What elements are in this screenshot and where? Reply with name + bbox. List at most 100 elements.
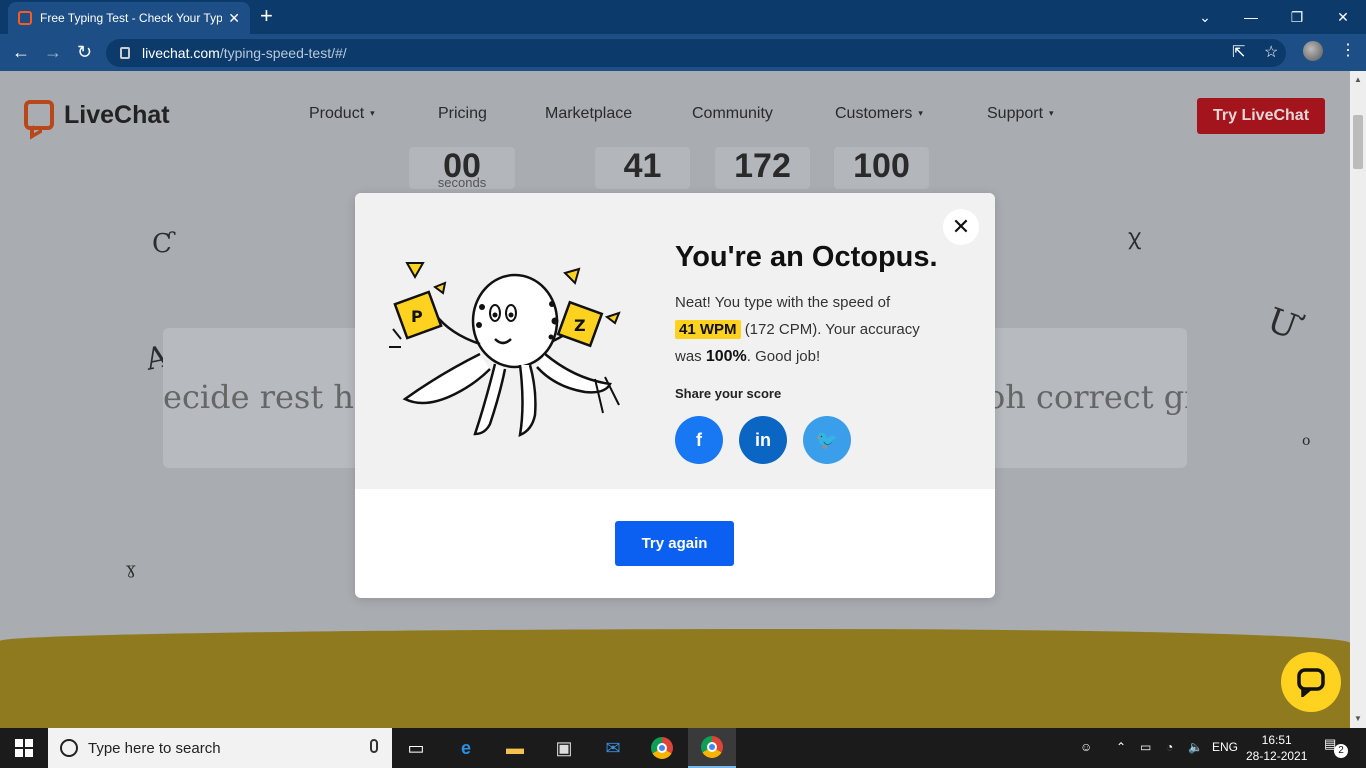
close-icon: ✕ — [951, 214, 971, 239]
start-button[interactable] — [0, 728, 48, 768]
try-again-button[interactable]: Try again — [615, 521, 734, 566]
action-center-button[interactable]: ▤ 2 — [1324, 736, 1348, 758]
livechat-favicon-icon — [18, 11, 32, 25]
edge-browser-icon[interactable]: e — [442, 728, 490, 768]
tile-p: P — [411, 307, 423, 326]
profile-avatar[interactable] — [1303, 41, 1323, 61]
cpm-value: 172 — [734, 147, 791, 185]
twitter-share-button[interactable]: 🐦 — [803, 416, 851, 464]
mail-icon[interactable]: ✉ — [589, 728, 637, 768]
nav-community[interactable]: Community — [692, 105, 773, 123]
chat-bubble-icon — [1297, 668, 1325, 697]
minimize-button[interactable]: — — [1228, 0, 1274, 34]
logo-text: LiveChat — [64, 100, 170, 129]
forward-arrow-icon[interactable]: → — [44, 42, 62, 62]
close-modal-button[interactable]: ✕ — [943, 209, 979, 245]
nav-support[interactable]: Support ▾ — [987, 105, 1054, 123]
task-view-icon[interactable]: ▭ — [392, 728, 440, 768]
taskbar-search-box[interactable]: Type here to search — [48, 728, 392, 768]
url-path: /typing-speed-test/#/ — [219, 45, 347, 61]
bookmark-star-icon[interactable]: ☆ — [1264, 42, 1278, 62]
close-window-button[interactable]: ✕ — [1320, 0, 1366, 34]
chrome-active-window-icon[interactable] — [688, 728, 736, 768]
nav-customers[interactable]: Customers ▾ — [835, 105, 923, 123]
decor-glyph: ꭓ — [1128, 225, 1141, 250]
typing-text-left: ecide rest he — [163, 378, 373, 416]
browser-tab[interactable]: Free Typing Test - Check Your Typ ✕ — [8, 2, 250, 34]
chat-widget-button[interactable] — [1281, 652, 1341, 712]
share-score-label: Share your score — [675, 386, 782, 401]
nav-product[interactable]: Product ▾ — [309, 105, 375, 123]
browser-toolbar: ← → ↻ livechat.com/typing-speed-test/#/ … — [0, 34, 1366, 71]
livechat-logo[interactable]: LiveChat — [24, 100, 170, 130]
twitter-icon: 🐦 — [815, 429, 839, 450]
result-modal: P Z ✕ You're an Octopus. Neat! You type … — [355, 193, 995, 598]
close-tab-icon[interactable]: ✕ — [228, 10, 240, 27]
battery-icon[interactable]: ▭ — [1140, 740, 1151, 754]
scroll-up-icon[interactable]: ▲ — [1354, 75, 1362, 84]
cortana-icon — [60, 739, 78, 757]
back-arrow-icon[interactable]: ← — [12, 42, 30, 62]
store-icon[interactable]: ▣ — [540, 728, 588, 768]
site-header: LiveChat Product ▾ Pricing Marketplace Co… — [0, 71, 1350, 159]
nav-marketplace[interactable]: Marketplace — [545, 105, 632, 123]
lock-icon[interactable] — [120, 47, 130, 59]
search-placeholder: Type here to search — [88, 739, 221, 757]
windows-taskbar: Type here to search ▭ e ▬ ▣ ✉ ☺ ⌃ ▭ ◔ 🔈 … — [0, 728, 1366, 768]
scroll-down-icon[interactable]: ▼ — [1354, 714, 1362, 723]
windows-logo-icon — [15, 739, 33, 757]
result-text-was: was — [675, 348, 702, 365]
facebook-share-button[interactable]: f — [675, 416, 723, 464]
result-description: Neat! You type with the speed of 41 WPM … — [675, 289, 955, 370]
nav-customers-label: Customers — [835, 105, 913, 122]
share-icon[interactable]: ⇱ — [1232, 42, 1245, 62]
reload-icon[interactable]: ↻ — [77, 42, 92, 62]
clock-date: 28-12-2021 — [1246, 749, 1308, 763]
wpm-highlight: 41 WPM — [675, 320, 741, 339]
result-text-mid: (172 CPM). Your accuracy — [744, 321, 920, 338]
file-explorer-icon[interactable]: ▬ — [491, 728, 539, 768]
tile-z: Z — [574, 316, 586, 335]
try-livechat-button[interactable]: Try LiveChat — [1197, 98, 1325, 134]
nav-pricing[interactable]: Pricing — [438, 105, 487, 123]
octopus-illustration: P Z — [389, 262, 621, 438]
livechat-logo-icon — [24, 100, 54, 130]
scrollbar-thumb[interactable] — [1353, 115, 1363, 169]
wifi-icon[interactable]: ◔ — [1166, 740, 1173, 754]
accuracy-stat: 100 — [834, 147, 929, 189]
modal-top-panel: P Z ✕ You're an Octopus. Neat! You type … — [355, 193, 995, 489]
decor-glyph: ɣ — [126, 559, 136, 578]
typing-text-right: oh correct gi — [986, 378, 1187, 416]
tab-title: Free Typing Test - Check Your Typ — [40, 11, 223, 25]
caret-down-icon: ▾ — [370, 108, 375, 119]
wpm-value: 41 — [623, 147, 662, 185]
new-tab-button[interactable]: + — [260, 5, 273, 27]
address-bar[interactable]: livechat.com/typing-speed-test/#/ — [106, 39, 1286, 67]
result-text-pre: Neat! You type with the speed of — [675, 294, 891, 311]
page-scrollbar[interactable]: ▲ ▼ — [1350, 71, 1366, 728]
accuracy-value: 100 — [853, 147, 910, 185]
restore-button[interactable]: ❐ — [1274, 0, 1320, 34]
clock-time: 16:51 — [1261, 733, 1292, 747]
notification-count-badge: 2 — [1334, 744, 1348, 758]
microphone-icon[interactable] — [370, 739, 378, 753]
facebook-icon: f — [696, 429, 702, 450]
decor-glyph: Ƈ — [152, 229, 172, 259]
accuracy-highlight: 100% — [705, 348, 747, 365]
show-hidden-icons-chevron[interactable]: ⌃ — [1116, 740, 1126, 754]
cpm-stat: 172 — [715, 147, 810, 189]
browser-menu-icon[interactable]: ⋮ — [1340, 40, 1356, 60]
linkedin-share-button[interactable]: in — [739, 416, 787, 464]
seconds-label: seconds — [437, 175, 487, 189]
decor-glyph: o — [1302, 433, 1311, 449]
linkedin-icon: in — [755, 429, 771, 450]
result-headline: You're an Octopus. — [675, 241, 938, 273]
wpm-stat: 41 — [595, 147, 690, 189]
tab-search-chevron-icon[interactable]: ⌄ — [1182, 0, 1228, 34]
seconds-stat: 00 seconds — [409, 147, 515, 189]
volume-icon[interactable]: 🔈 — [1188, 740, 1203, 754]
people-icon[interactable]: ☺ — [1080, 740, 1092, 754]
chrome-icon[interactable] — [638, 728, 686, 768]
language-indicator[interactable]: ENG — [1212, 740, 1238, 754]
system-clock[interactable]: 16:51 28-12-2021 — [1246, 732, 1307, 764]
